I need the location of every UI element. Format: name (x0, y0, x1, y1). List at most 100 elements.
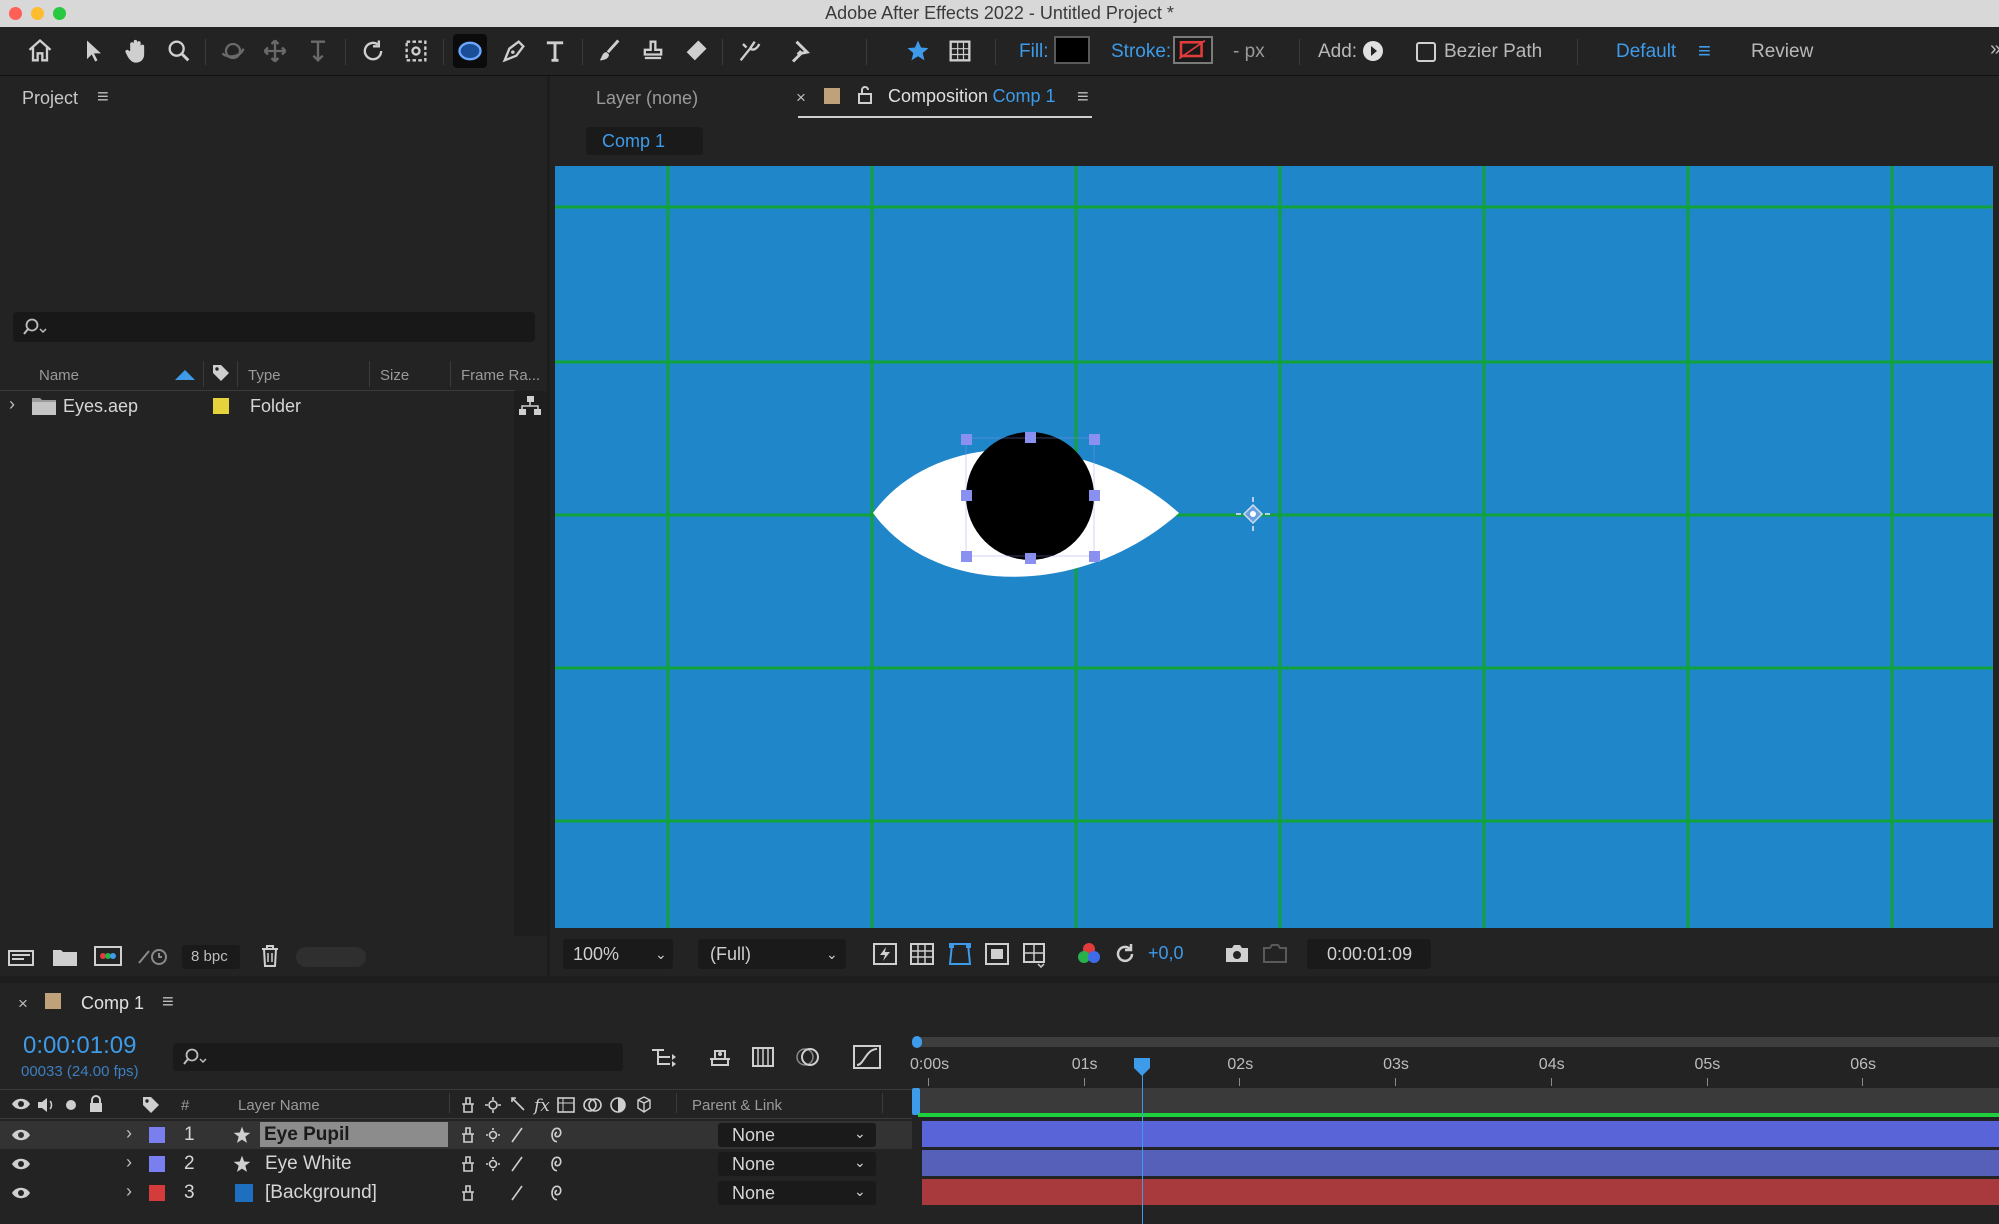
timeline-menu-icon[interactable]: ≡ (162, 991, 174, 1014)
disclosure-chevron-icon[interactable]: › (9, 394, 15, 415)
bpc-toggle[interactable]: 8 bpc (182, 945, 240, 969)
project-scrollbar[interactable] (514, 391, 547, 936)
time-ruler[interactable]: 0:00s 01s 02s 03s 04s 05s 06s (910, 1048, 1999, 1088)
resolution-select[interactable]: (Full) ⌄ (698, 939, 846, 969)
work-area-bar[interactable] (918, 1037, 1999, 1047)
project-search-input[interactable] (13, 312, 535, 342)
project-panel-title[interactable]: Project (22, 88, 78, 109)
project-menu-icon[interactable]: ≡ (97, 86, 109, 109)
interpret-footage-icon[interactable] (8, 947, 34, 967)
dolly-camera-icon[interactable] (301, 34, 335, 68)
layer-name[interactable]: [Background] (265, 1182, 377, 1204)
show-snapshot-icon[interactable] (1262, 942, 1288, 964)
layer-name-field[interactable]: Eye Pupil (260, 1122, 448, 1147)
col-size-header[interactable]: Size (380, 367, 409, 384)
visibility-eye-icon[interactable] (11, 1157, 31, 1171)
solo-dot-icon[interactable] (64, 1098, 78, 1112)
frame-blending-icon[interactable] (750, 1045, 776, 1069)
shy-layers-icon[interactable] (706, 1045, 734, 1069)
table-row[interactable]: › 2 Eye White None ⌄ (0, 1150, 912, 1178)
audio-speaker-icon[interactable] (36, 1096, 56, 1114)
sort-ascending-icon[interactable] (174, 369, 196, 381)
motion-blur-icon[interactable] (794, 1045, 822, 1069)
fast-previews-icon[interactable] (872, 942, 898, 966)
mask-toggle-icon[interactable] (943, 34, 977, 68)
viewer-canvas[interactable] (555, 166, 1993, 928)
col-layer-name[interactable]: Layer Name (238, 1097, 320, 1114)
visibility-eye-icon[interactable] (11, 1186, 31, 1200)
transparency-grid-icon[interactable] (909, 942, 935, 966)
layer-label-color[interactable] (149, 1156, 165, 1172)
stroke-width-value[interactable]: - px (1233, 41, 1265, 63)
grid-guide-options-icon[interactable] (1020, 940, 1048, 968)
parent-select[interactable]: None ⌄ (718, 1181, 876, 1205)
selection-tool-icon[interactable] (77, 34, 111, 68)
col-framerate-header[interactable]: Frame Ra... (461, 367, 540, 384)
star-toggle-icon[interactable] (901, 34, 935, 68)
current-time[interactable]: 0:00:01:09 (23, 1032, 136, 1060)
video-eye-icon[interactable] (11, 1097, 31, 1111)
ellipse-tool-icon[interactable] (453, 34, 487, 68)
work-area-start-handle[interactable] (912, 1036, 922, 1048)
parent-select[interactable]: None ⌄ (718, 1123, 876, 1147)
layer-duration-bar[interactable] (922, 1179, 1999, 1205)
project-settings-icon[interactable] (137, 945, 171, 967)
anchor-point-tool-icon[interactable] (399, 34, 433, 68)
stroke-swatch[interactable] (1173, 36, 1213, 64)
clone-stamp-tool-icon[interactable] (636, 34, 670, 68)
col-type-header[interactable]: Type (248, 367, 281, 384)
timeline-search-input[interactable] (173, 1043, 623, 1071)
minimize-window-button[interactable] (31, 7, 44, 20)
eye-pupil-shape[interactable] (966, 432, 1094, 560)
viewer-timecode[interactable]: 0:00:01:09 (1307, 939, 1431, 969)
close-tab-icon[interactable]: × (796, 88, 806, 108)
zoom-tool-icon[interactable] (162, 34, 196, 68)
parent-select[interactable]: None ⌄ (718, 1152, 876, 1176)
comp-panel-menu-icon[interactable]: ≡ (1077, 86, 1089, 109)
thumbnail-slider[interactable] (296, 947, 366, 967)
expand-chevron-icon[interactable]: › (126, 1181, 132, 1202)
table-row[interactable]: › 1 Eye Pupil None ⌄ (0, 1121, 912, 1149)
reset-exposure-icon[interactable] (1112, 941, 1138, 967)
layer-label-color[interactable] (149, 1127, 165, 1143)
pen-tool-icon[interactable] (497, 34, 531, 68)
layer-duration-bar[interactable] (922, 1150, 1999, 1176)
composition-viewer[interactable] (555, 166, 1993, 928)
work-area-marker[interactable] (912, 1088, 920, 1115)
zoom-select[interactable]: 100% ⌄ (563, 939, 673, 969)
puppet-pin-tool-icon[interactable] (783, 34, 817, 68)
list-item[interactable]: › Eyes.aep Folder (0, 392, 514, 420)
layer-name[interactable]: Eye White (265, 1153, 352, 1175)
close-window-button[interactable] (9, 7, 22, 20)
comp-flowchart-icon[interactable] (650, 1045, 680, 1069)
exposure-value[interactable]: +0,0 (1148, 943, 1184, 964)
lock-icon[interactable] (857, 86, 873, 104)
bezier-path-checkbox[interactable] (1416, 42, 1436, 62)
orbit-camera-icon[interactable] (216, 34, 250, 68)
label-tag-icon[interactable] (211, 363, 231, 383)
graph-editor-icon[interactable] (852, 1043, 882, 1071)
breadcrumb[interactable]: Comp 1 (586, 127, 703, 155)
stroke-label[interactable]: Stroke: (1111, 41, 1171, 63)
col-hash[interactable]: # (181, 1097, 189, 1114)
project-item-label-color[interactable] (213, 398, 229, 414)
home-icon[interactable] (23, 34, 57, 68)
mask-visibility-icon[interactable] (946, 940, 974, 968)
expand-chevron-icon[interactable]: › (126, 1123, 132, 1144)
rotation-tool-icon[interactable] (356, 34, 390, 68)
layer-label-color[interactable] (149, 1185, 165, 1201)
layer-switches[interactable] (458, 1123, 658, 1207)
fill-label[interactable]: Fill: (1019, 41, 1049, 63)
tab-layer[interactable]: Layer (none) (596, 88, 698, 109)
visibility-eye-icon[interactable] (11, 1128, 31, 1142)
snapshot-camera-icon[interactable] (1224, 942, 1250, 964)
workspace-menu-icon[interactable]: ≡ (1698, 38, 1711, 64)
lock-header-icon[interactable] (88, 1095, 104, 1113)
hand-tool-icon[interactable] (119, 34, 153, 68)
pan-camera-icon[interactable] (258, 34, 292, 68)
roto-brush-tool-icon[interactable] (733, 34, 767, 68)
channel-rgb-icon[interactable] (1076, 941, 1102, 967)
workspace-review[interactable]: Review (1751, 41, 1813, 63)
new-folder-icon[interactable] (52, 947, 78, 967)
layer-duration-bar[interactable] (922, 1121, 1999, 1147)
